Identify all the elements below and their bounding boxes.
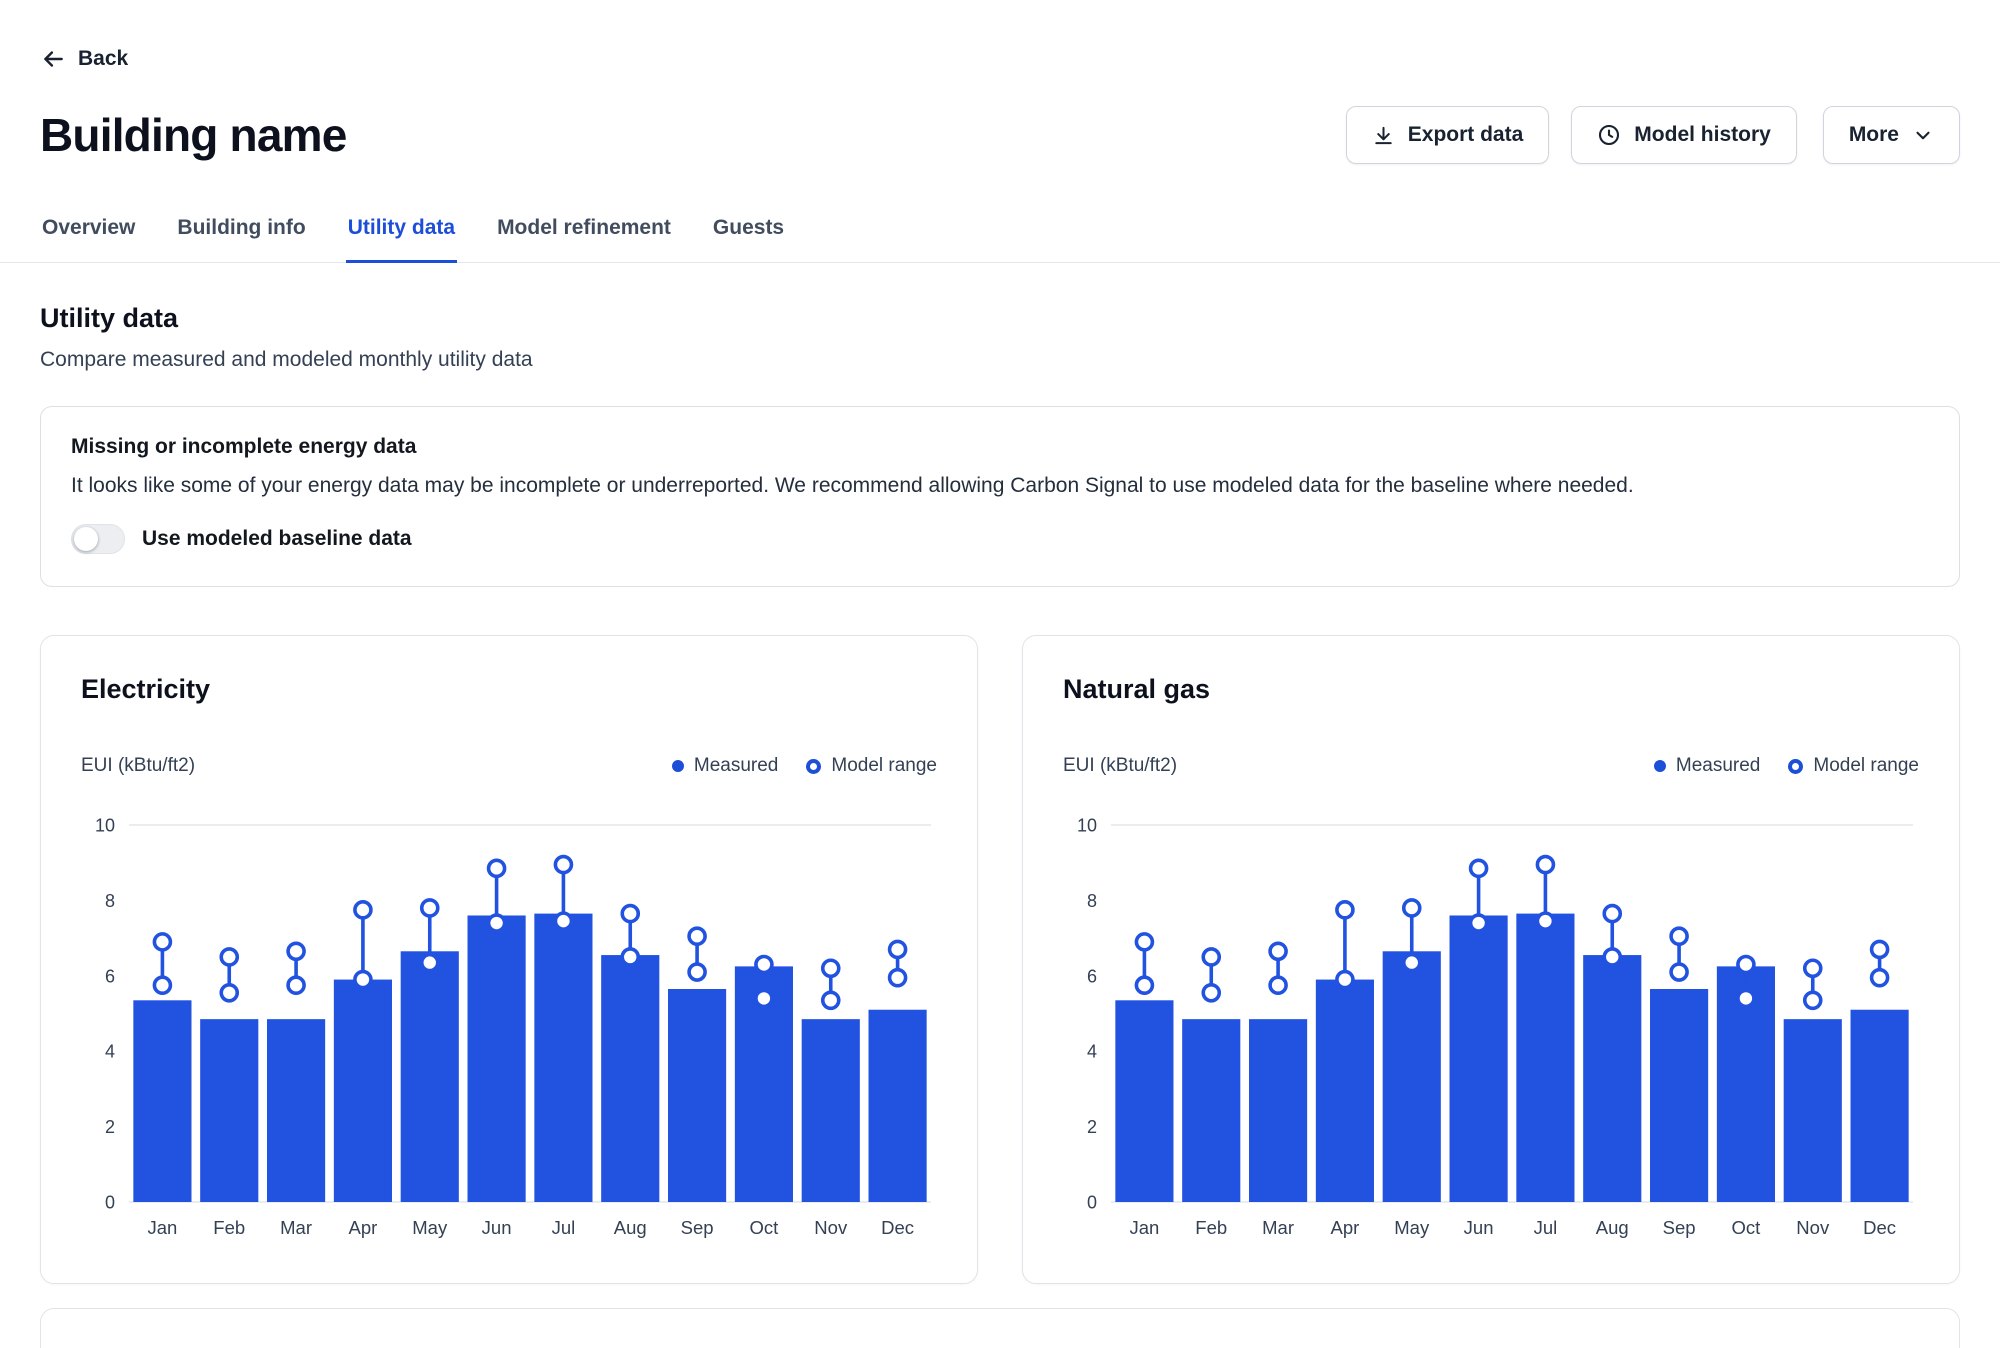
svg-text:10: 10 bbox=[1077, 816, 1097, 836]
svg-text:Aug: Aug bbox=[1596, 1217, 1629, 1238]
more-button[interactable]: More bbox=[1823, 106, 1960, 164]
model-range-ring-icon bbox=[1788, 759, 1803, 774]
svg-text:Apr: Apr bbox=[349, 1217, 378, 1238]
legend-model-range-label: Model range bbox=[831, 755, 937, 777]
legend-model-range: Model range bbox=[1788, 755, 1919, 777]
svg-text:Oct: Oct bbox=[750, 1217, 779, 1238]
model-range-ring-icon bbox=[806, 759, 821, 774]
natural-gas-legend: Measured Model range bbox=[1654, 755, 1919, 777]
electricity-legend: Measured Model range bbox=[672, 755, 937, 777]
tab-utility-data[interactable]: Utility data bbox=[346, 208, 457, 263]
svg-text:2: 2 bbox=[105, 1117, 115, 1137]
tab-bar: Overview Building info Utility data Mode… bbox=[0, 208, 2000, 263]
natural-gas-y-axis-label: EUI (kBtu/ft2) bbox=[1063, 755, 1177, 777]
svg-text:4: 4 bbox=[105, 1042, 115, 1062]
electricity-chart-title: Electricity bbox=[81, 674, 937, 705]
svg-text:Feb: Feb bbox=[213, 1217, 245, 1238]
svg-text:0: 0 bbox=[1087, 1193, 1097, 1213]
electricity-chart-meta: EUI (kBtu/ft2) Measured Model range bbox=[81, 755, 937, 777]
legend-measured-label: Measured bbox=[1676, 755, 1761, 777]
more-label: More bbox=[1849, 123, 1899, 147]
svg-text:Jul: Jul bbox=[552, 1217, 576, 1238]
svg-text:8: 8 bbox=[105, 891, 115, 911]
section-subtitle: Compare measured and modeled monthly uti… bbox=[40, 348, 1960, 372]
svg-text:Oct: Oct bbox=[1732, 1217, 1761, 1238]
legend-measured: Measured bbox=[672, 755, 779, 777]
svg-text:Apr: Apr bbox=[1331, 1217, 1360, 1238]
svg-text:2: 2 bbox=[1087, 1117, 1097, 1137]
model-history-label: Model history bbox=[1634, 123, 1771, 147]
svg-text:Feb: Feb bbox=[1195, 1217, 1227, 1238]
natural-gas-chart-meta: EUI (kBtu/ft2) Measured Model range bbox=[1063, 755, 1919, 777]
svg-text:Sep: Sep bbox=[1663, 1217, 1696, 1238]
charts-row: Electricity EUI (kBtu/ft2) Measured Mode… bbox=[40, 635, 1960, 1284]
svg-text:May: May bbox=[412, 1217, 448, 1238]
baseline-toggle-row: Use modeled baseline data bbox=[71, 524, 1929, 554]
utility-data-page: Back Building name Export data Model his… bbox=[0, 0, 2000, 1348]
tab-model-refinement[interactable]: Model refinement bbox=[495, 208, 673, 263]
svg-text:Jan: Jan bbox=[1130, 1217, 1160, 1238]
svg-text:Dec: Dec bbox=[1863, 1217, 1896, 1238]
svg-text:6: 6 bbox=[105, 966, 115, 986]
toggle-knob bbox=[74, 527, 98, 551]
svg-text:Nov: Nov bbox=[814, 1217, 848, 1238]
svg-text:Mar: Mar bbox=[1262, 1217, 1294, 1238]
natural-gas-bar-chart: 0 2 4 6 8 10 Jan Feb Mar Apr May Jun Jul Aug Sep Oct Nov… bbox=[1063, 799, 1919, 1247]
chevron-down-icon bbox=[1912, 124, 1934, 146]
svg-text:10: 10 bbox=[95, 816, 115, 836]
svg-text:Dec: Dec bbox=[881, 1217, 914, 1238]
legend-model-range: Model range bbox=[806, 755, 937, 777]
download-icon bbox=[1372, 124, 1395, 147]
natural-gas-chart-card: Natural gas EUI (kBtu/ft2) Measured Mode… bbox=[1022, 635, 1960, 1284]
page-title: Building name bbox=[40, 108, 347, 162]
measured-dot-icon bbox=[672, 760, 684, 772]
header-actions: Export data Model history More bbox=[1346, 106, 1960, 164]
export-data-button[interactable]: Export data bbox=[1346, 106, 1550, 164]
model-history-button[interactable]: Model history bbox=[1571, 106, 1797, 164]
natural-gas-chart-title: Natural gas bbox=[1063, 674, 1919, 705]
clock-icon bbox=[1597, 123, 1621, 147]
electricity-chart-card: Electricity EUI (kBtu/ft2) Measured Mode… bbox=[40, 635, 978, 1284]
legend-measured: Measured bbox=[1654, 755, 1761, 777]
svg-text:Jul: Jul bbox=[1534, 1217, 1558, 1238]
use-modeled-baseline-toggle[interactable] bbox=[71, 524, 125, 554]
svg-text:Jan: Jan bbox=[148, 1217, 178, 1238]
svg-text:Jun: Jun bbox=[1464, 1217, 1494, 1238]
svg-text:6: 6 bbox=[1087, 966, 1097, 986]
export-data-label: Export data bbox=[1408, 123, 1524, 147]
next-chart-card-edge bbox=[40, 1308, 1960, 1348]
tab-guests[interactable]: Guests bbox=[711, 208, 786, 263]
svg-text:8: 8 bbox=[1087, 891, 1097, 911]
svg-text:Mar: Mar bbox=[280, 1217, 312, 1238]
svg-text:Nov: Nov bbox=[1796, 1217, 1830, 1238]
legend-model-range-label: Model range bbox=[1813, 755, 1919, 777]
section-title: Utility data bbox=[40, 303, 1960, 334]
alert-body: It looks like some of your energy data m… bbox=[71, 474, 1929, 498]
svg-text:Jun: Jun bbox=[482, 1217, 512, 1238]
back-label: Back bbox=[78, 47, 128, 71]
electricity-y-axis-label: EUI (kBtu/ft2) bbox=[81, 755, 195, 777]
svg-text:4: 4 bbox=[1087, 1042, 1097, 1062]
svg-text:Aug: Aug bbox=[614, 1217, 647, 1238]
svg-text:May: May bbox=[1394, 1217, 1430, 1238]
measured-dot-icon bbox=[1654, 760, 1666, 772]
back-arrow-icon bbox=[40, 46, 66, 72]
alert-title: Missing or incomplete energy data bbox=[71, 435, 1929, 459]
page-header: Building name Export data Model history … bbox=[40, 106, 1960, 164]
tab-building-info[interactable]: Building info bbox=[175, 208, 307, 263]
missing-data-alert: Missing or incomplete energy data It loo… bbox=[40, 406, 1960, 587]
svg-text:0: 0 bbox=[105, 1193, 115, 1213]
back-button[interactable]: Back bbox=[40, 0, 128, 72]
legend-measured-label: Measured bbox=[694, 755, 779, 777]
svg-text:Sep: Sep bbox=[681, 1217, 714, 1238]
toggle-label: Use modeled baseline data bbox=[142, 527, 412, 551]
tab-overview[interactable]: Overview bbox=[40, 208, 137, 263]
electricity-bar-chart: 0 2 4 6 8 10 Jan Feb Mar Apr May Jun Jul Aug Sep Oct Nov… bbox=[81, 799, 937, 1247]
